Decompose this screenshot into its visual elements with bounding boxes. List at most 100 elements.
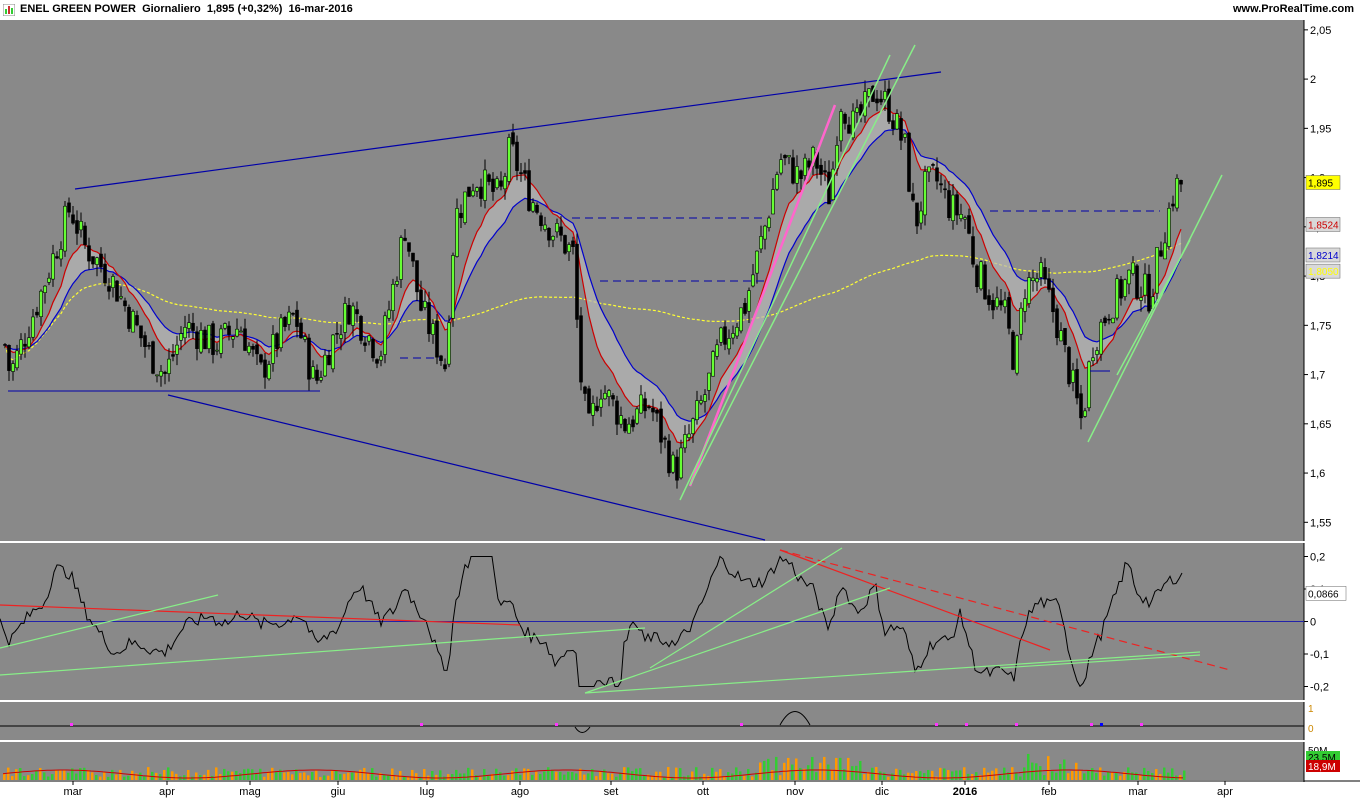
- candle-body: [743, 302, 747, 314]
- candle-body: [595, 405, 599, 411]
- legend-pew5[interactable]: p. ew5: [144, 703, 180, 718]
- candle-body: [1039, 262, 1043, 278]
- candle-body: [639, 394, 643, 414]
- volume-bar: [655, 771, 658, 780]
- volume-bar: [423, 769, 426, 780]
- candle-body: [571, 240, 575, 247]
- candle-body: [235, 328, 239, 337]
- legend-pew2[interactable]: p. ew2: [31, 703, 68, 718]
- volume-bar: [111, 769, 114, 780]
- legend-pew4[interactable]: p. ew4: [106, 703, 143, 718]
- volume-bar: [995, 768, 998, 780]
- volume-bar: [563, 774, 566, 780]
- volume-bar: [223, 768, 226, 780]
- volume-bar: [143, 776, 146, 780]
- candle-body: [259, 354, 263, 363]
- volume-bar: [303, 772, 306, 780]
- candle-body: [1063, 328, 1067, 345]
- candle-body: [63, 205, 67, 252]
- volume-bar: [107, 776, 110, 780]
- volume-bar: [979, 775, 982, 780]
- candle-body: [835, 145, 839, 169]
- volume-bar: [991, 770, 994, 780]
- candle-body: [19, 339, 23, 355]
- candle-body: [187, 322, 191, 329]
- candle-body: [1023, 298, 1027, 312]
- candle-body: [35, 311, 39, 316]
- legend-offina3[interactable]: offina ultima candela medie3: [446, 703, 580, 718]
- volume-bar: [567, 771, 570, 780]
- candle-body: [983, 264, 987, 300]
- candle-body: [1167, 207, 1171, 247]
- legend-pew[interactable]: p. ew: [0, 703, 30, 718]
- legend-offina4[interactable]: offina ultima candela medie4: [581, 703, 715, 718]
- candle-body: [943, 188, 947, 191]
- legend-pew3[interactable]: p. ew3: [69, 703, 105, 718]
- legend-offina2[interactable]: offina ultima candela medie2: [311, 703, 445, 718]
- indicator-legend: p. ew p. ew2 p. ew3 p. ew4 p. ew5 offina…: [0, 703, 715, 718]
- legend-price[interactable]: Prezzo: [0, 21, 38, 36]
- volume-bar: [35, 770, 38, 780]
- volume-bar: [695, 767, 698, 780]
- legend-sma200[interactable]: Media Mobile (Simple 200): [340, 21, 466, 36]
- candle-body: [1019, 307, 1023, 335]
- candle-body: [915, 202, 919, 227]
- ind-marker: [555, 723, 558, 726]
- candle-body: [403, 237, 407, 241]
- candle-body: [251, 345, 255, 350]
- volume-bar: [375, 776, 378, 780]
- x-tick-label: apr: [1217, 786, 1233, 798]
- legend-volume-ma[interactable]: Media Mobile (Simple 5): [41, 743, 156, 758]
- candle-body: [1163, 242, 1167, 260]
- volume-bar: [391, 768, 394, 780]
- volume-bar: [527, 768, 530, 780]
- candle-body: [407, 242, 411, 252]
- legend-volume[interactable]: Volume: [0, 743, 40, 758]
- candle-body: [787, 155, 791, 158]
- volume-bar: [255, 773, 258, 780]
- volume-bar: [823, 756, 826, 780]
- candle-body: [143, 335, 147, 347]
- candle-body: [275, 333, 279, 350]
- candle-body: [483, 169, 487, 201]
- volume-bar: [1167, 772, 1170, 780]
- volume-bar: [855, 765, 858, 780]
- volume-bar: [1071, 770, 1074, 780]
- volume-bar: [479, 776, 482, 780]
- volume-bar: [115, 774, 118, 780]
- legend-ema20[interactable]: Media Mobile (Esponenziale 20): [189, 21, 339, 36]
- candle-body: [683, 434, 687, 449]
- chart-canvas[interactable]: 2,05 2 1,95 1,9 1,85 1,8 1,75 1,7 1,65 1,6 1,55 0,2…: [0, 0, 1360, 800]
- volume-bar: [243, 769, 246, 780]
- volume-bar: [343, 773, 346, 780]
- brand-label[interactable]: www.ProRealTime.com: [1233, 3, 1354, 15]
- volume-bar: [279, 769, 282, 780]
- candle-body: [515, 141, 519, 171]
- volume-bar: [671, 776, 674, 780]
- candle-body: [31, 316, 35, 338]
- candle-body: [751, 274, 755, 287]
- legend-ew[interactable]: ew: [0, 545, 19, 560]
- candle-body: [975, 265, 979, 288]
- volume-bar: [71, 768, 74, 780]
- volume-bar: [1027, 753, 1030, 780]
- volume-bar: [1115, 773, 1118, 780]
- volume-bar: [235, 771, 238, 780]
- volume-bar: [207, 769, 210, 780]
- candle-body: [1139, 297, 1143, 301]
- candle-body: [179, 333, 183, 341]
- candle-body: [711, 351, 715, 377]
- candle-body: [127, 306, 131, 329]
- candle-body: [955, 194, 959, 216]
- volume-value-label: 23,5M: [1308, 753, 1336, 764]
- candle-body: [795, 166, 799, 184]
- legend-offina1[interactable]: offina ultima candela medie: [181, 703, 310, 718]
- price-tick-label: 1,6: [1310, 468, 1325, 480]
- volume-bar: [819, 762, 822, 780]
- volume-bar: [1079, 770, 1082, 780]
- legend-ema10[interactable]: Media Mobile (Esponenziale 10): [39, 21, 188, 36]
- candle-body: [1043, 267, 1047, 280]
- candle-body: [695, 400, 699, 420]
- volume-value-box: [1306, 760, 1340, 772]
- candle-body: [11, 363, 15, 372]
